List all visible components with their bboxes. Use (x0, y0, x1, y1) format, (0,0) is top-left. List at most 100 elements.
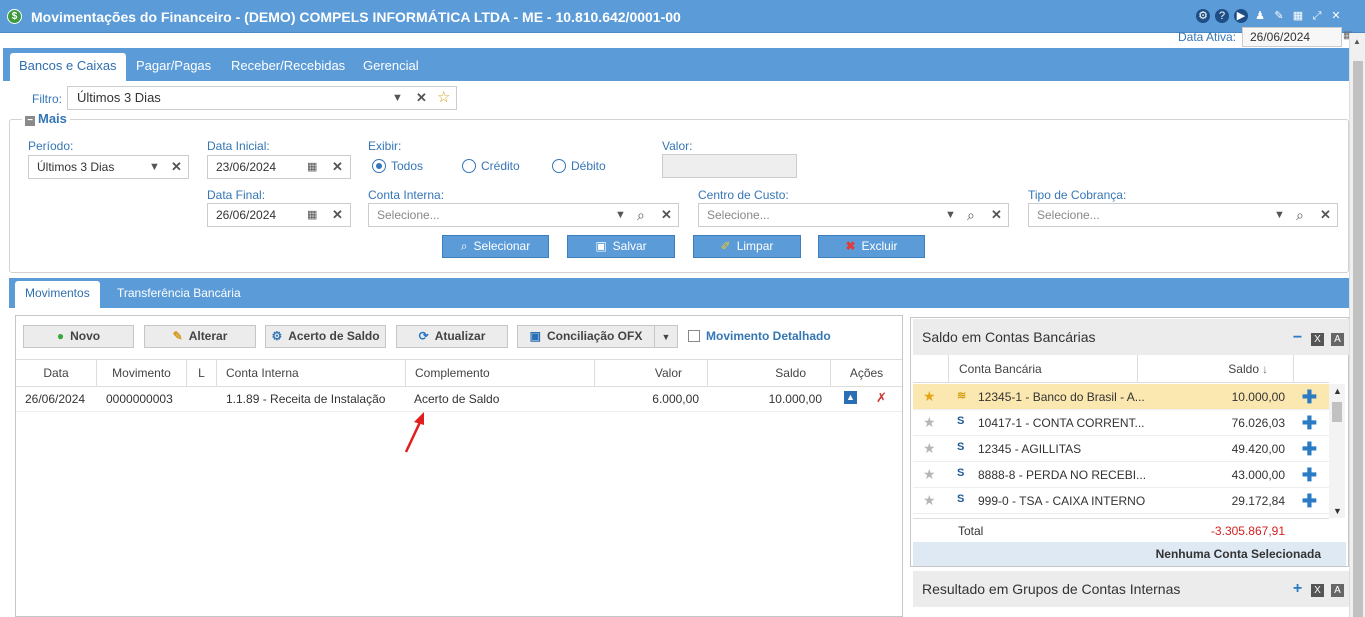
radio-credito[interactable]: Crédito (462, 159, 520, 173)
calendar-icon[interactable]: ▦ (307, 204, 317, 226)
search-icon[interactable]: ⌕ (1296, 204, 1304, 226)
selecionar-button[interactable]: ⌕ Selecionar (442, 235, 549, 258)
star-icon[interactable]: ★ (923, 388, 936, 405)
tab-movimentos[interactable]: Movimentos (15, 281, 100, 308)
tab-bancos-caixas[interactable]: Bancos e Caixas (10, 53, 126, 81)
col-conta-interna[interactable]: Conta Interna (216, 360, 405, 387)
delete-document-icon[interactable]: ✗ (876, 390, 887, 406)
edit-icon[interactable]: ✎ (1272, 9, 1286, 23)
excel-icon[interactable]: X (1311, 333, 1324, 346)
help-icon[interactable]: ? (1215, 9, 1229, 23)
calendar-icon[interactable]: ▦ (307, 156, 317, 178)
clear-icon[interactable]: ✕ (991, 204, 1002, 226)
atualizar-button[interactable]: ⟳ Atualizar (396, 325, 508, 348)
saldo-scrollbar-thumb[interactable] (1332, 402, 1342, 422)
scroll-down-icon[interactable]: ▼ (1333, 506, 1342, 516)
filtro-select[interactable]: Últimos 3 Dias ▼ ✕ ☆ (67, 86, 457, 110)
add-icon[interactable]: ✚ (1302, 492, 1317, 510)
radio-debito[interactable]: Débito (552, 159, 606, 173)
movimento-detalhado-checkbox[interactable]: Movimento Detalhado (688, 329, 831, 343)
novo-button[interactable]: ● Novo (23, 325, 134, 348)
col-saldo[interactable]: Saldo (707, 360, 830, 387)
list-item[interactable]: ★ S 8888-8 - PERDA NO RECEBI... 43.000,0… (913, 462, 1329, 488)
col-l[interactable]: L (186, 360, 216, 387)
chevron-down-icon[interactable]: ▼ (149, 156, 160, 178)
tab-pagar-pagas[interactable]: Pagar/Pagas (127, 53, 220, 81)
alterar-button[interactable]: ✎ Alterar (144, 325, 256, 348)
data-final-field[interactable]: 26/06/2024 ▦ ✕ (207, 203, 351, 227)
periodo-select[interactable]: Últimos 3 Dias ▼ ✕ (28, 155, 189, 179)
sort-desc-icon[interactable]: ↓ (1262, 355, 1274, 383)
list-item[interactable]: ★ S 10417-1 - CONTA CORRENT... 76.026,03… (913, 410, 1329, 436)
add-icon[interactable]: ✚ (1302, 414, 1317, 432)
clear-icon[interactable]: ✕ (332, 156, 343, 178)
chevron-down-icon[interactable]: ▼ (392, 87, 403, 109)
expand-icon[interactable]: ⤢ (1310, 9, 1324, 23)
page-scrollbar[interactable]: ▲ (1349, 33, 1365, 617)
star-icon[interactable]: ★ (923, 414, 936, 431)
star-icon[interactable]: ★ (923, 492, 936, 509)
add-icon[interactable]: ✚ (1302, 466, 1317, 484)
scroll-up-icon[interactable]: ▲ (1353, 37, 1361, 46)
calendar-icon[interactable]: ▦ (1291, 9, 1305, 23)
valor-field[interactable] (662, 154, 797, 178)
conta-interna-select[interactable]: Selecione... ▼ ⌕ ✕ (368, 203, 679, 227)
col-valor[interactable]: Valor (594, 360, 707, 387)
play-icon[interactable]: ▶ (1234, 9, 1248, 23)
collapse-icon[interactable]: − (25, 116, 35, 126)
limpar-button[interactable]: ✐ Limpar (693, 235, 801, 258)
tab-receber-recebidas[interactable]: Receber/Recebidas (222, 53, 354, 81)
clear-icon[interactable]: ✕ (171, 156, 182, 178)
pdf-icon[interactable]: A (1331, 333, 1344, 346)
excluir-button[interactable]: ✖ Excluir (818, 235, 925, 258)
pdf-icon[interactable]: A (1331, 584, 1344, 597)
page-scrollbar-thumb[interactable] (1353, 61, 1363, 617)
user-icon[interactable]: ♟ (1253, 9, 1267, 23)
star-icon[interactable]: ★ (923, 466, 936, 483)
star-icon[interactable]: ★ (923, 440, 936, 457)
chevron-down-icon[interactable]: ▼ (945, 204, 956, 226)
col-data[interactable]: Data (16, 360, 96, 387)
tab-transferencia-bancaria[interactable]: Transferência Bancária (107, 281, 251, 308)
close-icon[interactable]: ✕ (1329, 9, 1343, 23)
clear-icon[interactable]: ✕ (332, 204, 343, 226)
excel-icon[interactable]: X (1311, 584, 1324, 597)
centro-custo-select[interactable]: Selecione... ▼ ⌕ ✕ (698, 203, 1009, 227)
add-icon[interactable]: ✚ (1302, 440, 1317, 458)
clear-icon[interactable]: ✕ (416, 87, 427, 109)
saldo-scrollbar[interactable]: ▲ ▼ (1329, 384, 1345, 518)
tipo-cobranca-select[interactable]: Selecione... ▼ ⌕ ✕ (1028, 203, 1338, 227)
star-icon[interactable]: ☆ (437, 87, 450, 109)
salvar-button[interactable]: ▣ Salvar (567, 235, 675, 258)
mais-legend[interactable]: − Mais (22, 111, 70, 126)
options-icon[interactable]: ⚙ (1196, 9, 1210, 23)
radio-circle[interactable] (552, 159, 566, 173)
search-icon[interactable]: ⌕ (637, 204, 645, 226)
list-item[interactable]: ★ S 12345 - AGILLITAS 49.420,00 ✚ (913, 436, 1329, 462)
radio-circle[interactable] (462, 159, 476, 173)
expand-icon[interactable]: + (1291, 581, 1304, 597)
chevron-down-icon[interactable]: ▼ (1274, 204, 1285, 226)
scroll-up-icon[interactable]: ▲ (1333, 386, 1342, 396)
clear-icon[interactable]: ✕ (1320, 204, 1331, 226)
acerto-saldo-button[interactable]: ⚙ Acerto de Saldo (265, 325, 386, 348)
tab-gerencial[interactable]: Gerencial (354, 53, 428, 81)
radio-circle[interactable] (372, 159, 386, 173)
clear-icon[interactable]: ✕ (661, 204, 672, 226)
chevron-down-icon[interactable]: ▼ (615, 204, 626, 226)
minimize-icon[interactable]: − (1291, 330, 1304, 346)
list-item[interactable]: ★ S 999-0 - TSA - CAIXA INTERNO 29.172,8… (913, 488, 1329, 514)
col-complemento[interactable]: Complemento (405, 360, 594, 387)
add-icon[interactable]: ✚ (1302, 388, 1317, 406)
table-row[interactable]: 26/06/2024 0000000003 1.1.89 - Receita d… (16, 387, 902, 412)
conciliacao-dropdown-button[interactable]: ▼ (654, 325, 678, 348)
search-icon[interactable]: ⌕ (967, 204, 975, 226)
ofx-icon[interactable]: ▲ (844, 391, 857, 404)
list-item[interactable]: ★ ≋ 12345-1 - Banco do Brasil - A... 10.… (913, 384, 1329, 410)
data-inicial-field[interactable]: 23/06/2024 ▦ ✕ (207, 155, 351, 179)
radio-todos[interactable]: Todos (372, 159, 423, 173)
col-conta-bancaria[interactable]: Conta Bancária (948, 355, 1137, 383)
data-ativa-field[interactable]: 26/06/2024 (1242, 27, 1342, 47)
checkbox-box[interactable] (688, 330, 700, 342)
col-movimento[interactable]: Movimento (96, 360, 186, 387)
